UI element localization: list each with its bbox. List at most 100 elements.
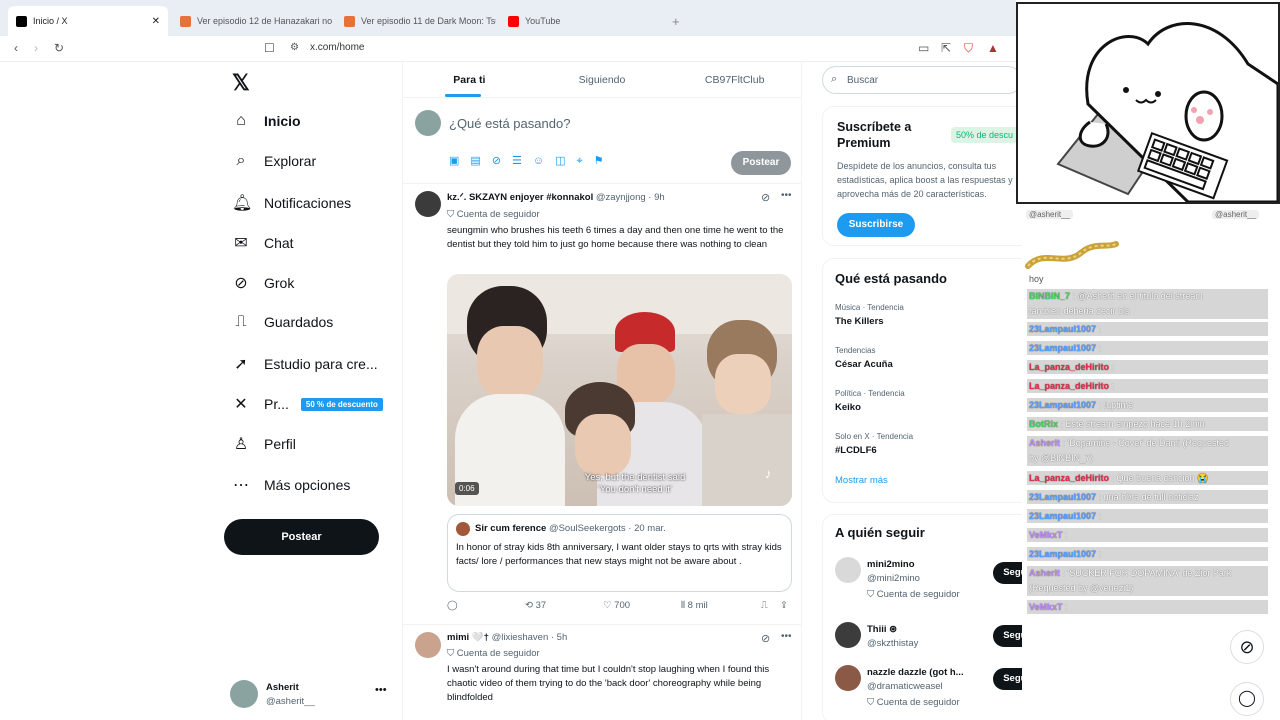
x-logo-icon[interactable]: 𝕏 — [232, 70, 250, 96]
tweet-video[interactable]: Yes, but the dentist said 'You don't nee… — [447, 274, 792, 506]
video-subtitle: Yes, but the dentist said 'You don't nee… — [573, 472, 697, 496]
trend-item[interactable]: Política · Tendencia Keiko — [835, 389, 905, 413]
flag-icon[interactable]: ⚑ — [594, 155, 615, 167]
sidebar-item-mas-opciones[interactable]: ⋯ Más opciones — [232, 475, 350, 495]
more-icon[interactable]: ••• — [375, 684, 387, 696]
x-logo-icon: ✕ — [234, 396, 248, 413]
url-field[interactable]: x.com/home — [310, 42, 364, 53]
reload-icon[interactable]: ↻ — [54, 41, 64, 55]
new-tab-icon[interactable]: + — [664, 6, 688, 36]
tweet-author-handle[interactable]: @zaynjjong — [596, 192, 646, 203]
account-switcher[interactable]: Asherit @asherit__ ••• — [230, 678, 400, 712]
chat-message: La_panza_deHirito : — [1027, 379, 1268, 393]
reply-icon[interactable]: ◯ — [447, 600, 458, 611]
media-icon[interactable]: ▣ — [449, 155, 470, 167]
sidebar-item-premium[interactable]: ✕ Pr... 50 % de descuento — [232, 394, 383, 414]
tab-para-ti[interactable]: Para ti — [403, 62, 536, 97]
browser-tab[interactable]: Ver episodio 11 de Dark Moon: Tsuk — [336, 6, 496, 36]
bookmark-icon[interactable]: ⎍ — [761, 600, 768, 611]
browser-tab[interactable]: YouTube — [500, 6, 660, 36]
repost-button[interactable]: ⟲ 37 — [525, 600, 546, 611]
quoted-tweet[interactable]: Sir cum ference @SoulSeekergots · 20 mar… — [447, 514, 792, 592]
location-icon[interactable]: ⌖ — [577, 155, 594, 167]
grok-icon[interactable]: ⊘ — [761, 632, 770, 645]
more-icon[interactable]: ••• — [781, 190, 792, 201]
site-info-icon[interactable]: ⚙ — [290, 41, 299, 55]
avatar — [835, 557, 861, 583]
back-icon[interactable]: ‹ — [14, 41, 18, 55]
tweet[interactable]: mimi 🤍† @lixieshaven · 5h ⊘ ••• ⛉ Cuenta… — [403, 626, 801, 720]
poll-icon[interactable]: ☰ — [512, 155, 533, 167]
sidebar-item-inicio[interactable]: ⌂ Inicio — [232, 112, 300, 130]
rewards-icon[interactable]: ▲ — [987, 41, 999, 55]
sidebar-item-perfil[interactable]: ♙ Perfil — [232, 434, 296, 454]
sidebar-item-explorar[interactable]: ⌕ Explorar — [232, 152, 317, 170]
close-tab-icon[interactable]: ✕ — [152, 16, 160, 27]
browser-tab-active[interactable]: Inicio / X ✕ — [8, 6, 168, 36]
sidebar-item-grok[interactable]: ⊘ Grok — [232, 273, 294, 293]
avatar[interactable] — [415, 632, 441, 658]
trend-item[interactable]: Música · Tendencia The Killers — [835, 303, 904, 327]
browser-tab[interactable]: Ver episodio 12 de Hanazakari no Ki — [172, 6, 332, 36]
chat-text: : Este stream empezo hace 1h 2min — [1060, 419, 1205, 429]
follower-label: ⛉ Cuenta de seguidor — [867, 697, 960, 708]
follow-item[interactable]: mini2mino @mini2mino ⛉ Cuenta de seguido… — [835, 557, 1022, 605]
trend-item[interactable]: Solo en X · Tendencia #LCDLF6 — [835, 432, 913, 456]
cast-icon[interactable]: ▭ — [918, 41, 929, 55]
follow-item[interactable]: nazzle dazzle (got h... @dramaticweasel … — [835, 665, 1022, 713]
tweet-time[interactable]: · 5h — [551, 632, 567, 643]
post-button[interactable]: Postear — [224, 519, 379, 555]
chat-username: La_panza_deHirito — [1029, 381, 1110, 391]
tweet-time[interactable]: · 9h — [648, 192, 664, 203]
bookmark-page-icon[interactable]: ☐ — [264, 41, 275, 55]
repost-icon: ⟲ — [525, 600, 536, 611]
tweet-author-handle[interactable]: @lixieshaven — [492, 632, 549, 643]
quote-author-handle: @SoulSeekergots — [548, 523, 626, 534]
tweet-author-name[interactable]: mimi 🤍† — [447, 632, 489, 643]
show-more-link[interactable]: Mostrar más — [835, 475, 888, 486]
grok-icon[interactable]: ⊘ — [761, 191, 770, 204]
chart-icon: ⫴ — [681, 600, 688, 611]
chat-text: : 'Dopamine - Cover' de Dami (Requested — [1062, 438, 1230, 448]
tweet-author-name[interactable]: kz.ᐟ. SKZAYN enjoyer #konnakol — [447, 192, 593, 203]
compose-post-button[interactable]: Postear — [731, 151, 791, 175]
follow-item[interactable]: Thiii ⊛ @skzthistay Seguir — [835, 622, 1022, 656]
home-icon: ⌂ — [236, 112, 246, 129]
share-icon[interactable]: ⇪ — [780, 600, 788, 611]
more-icon[interactable]: ••• — [781, 631, 792, 642]
follow-handle: @mini2mino — [867, 573, 920, 584]
tab-siguiendo[interactable]: Siguiendo — [536, 62, 669, 97]
schedule-icon[interactable]: ◫ — [555, 155, 576, 167]
premium-title: Suscríbete a Premium — [837, 120, 912, 150]
subscribe-button[interactable]: Suscribirse — [837, 213, 915, 237]
sidebar-item-chat[interactable]: ✉ Chat — [232, 233, 293, 253]
chat-text: : — [1098, 511, 1102, 521]
tweet[interactable]: kz.ᐟ. SKZAYN enjoyer #konnakol @zaynjjon… — [403, 185, 801, 625]
grok-icon[interactable]: ⊘ — [492, 155, 512, 167]
timeline-tabs: Para ti Siguiendo CB97FltClub — [403, 62, 801, 98]
person-face — [715, 354, 771, 414]
sidebar-item-guardados[interactable]: ⎍ Guardados — [232, 313, 333, 331]
compose-input[interactable]: ¿Qué está pasando? — [449, 116, 570, 131]
grok-icon[interactable]: ⊘ — [1230, 630, 1264, 664]
sidebar-item-estudio[interactable]: ➚ Estudio para cre... — [232, 354, 377, 374]
timeline: Para ti Siguiendo CB97FltClub ¿Qué está … — [402, 62, 802, 720]
forward-icon[interactable]: › — [34, 41, 38, 55]
sidebar-item-notificaciones[interactable]: 🔔︎ Notificaciones — [232, 193, 351, 213]
brave-shield-icon[interactable]: ⛉ — [964, 41, 973, 55]
follow-name: Thiii ⊛ — [867, 624, 898, 635]
like-button[interactable]: ♡ 700 — [603, 600, 630, 611]
chat-username: La_panza_deHirito — [1029, 473, 1110, 483]
chat-bubble-icon[interactable]: ◯ — [1230, 682, 1264, 716]
share-icon[interactable]: ⇱ — [941, 41, 951, 55]
search-input[interactable]: ⌕ Buscar — [822, 66, 1022, 94]
tab-label: Para ti — [453, 74, 486, 86]
view-count: 8 mil — [687, 600, 708, 611]
trends-card: Qué está pasando Música · Tendencia The … — [822, 258, 1022, 503]
avatar[interactable] — [415, 191, 441, 217]
gif-icon[interactable]: ▤ — [470, 155, 491, 167]
tab-list[interactable]: CB97FltClub — [668, 62, 801, 97]
emoji-icon[interactable]: ☺ — [533, 155, 555, 167]
views-button[interactable]: ⫴ 8 mil — [681, 600, 708, 611]
trend-item[interactable]: Tendencias César Acuña — [835, 346, 893, 370]
